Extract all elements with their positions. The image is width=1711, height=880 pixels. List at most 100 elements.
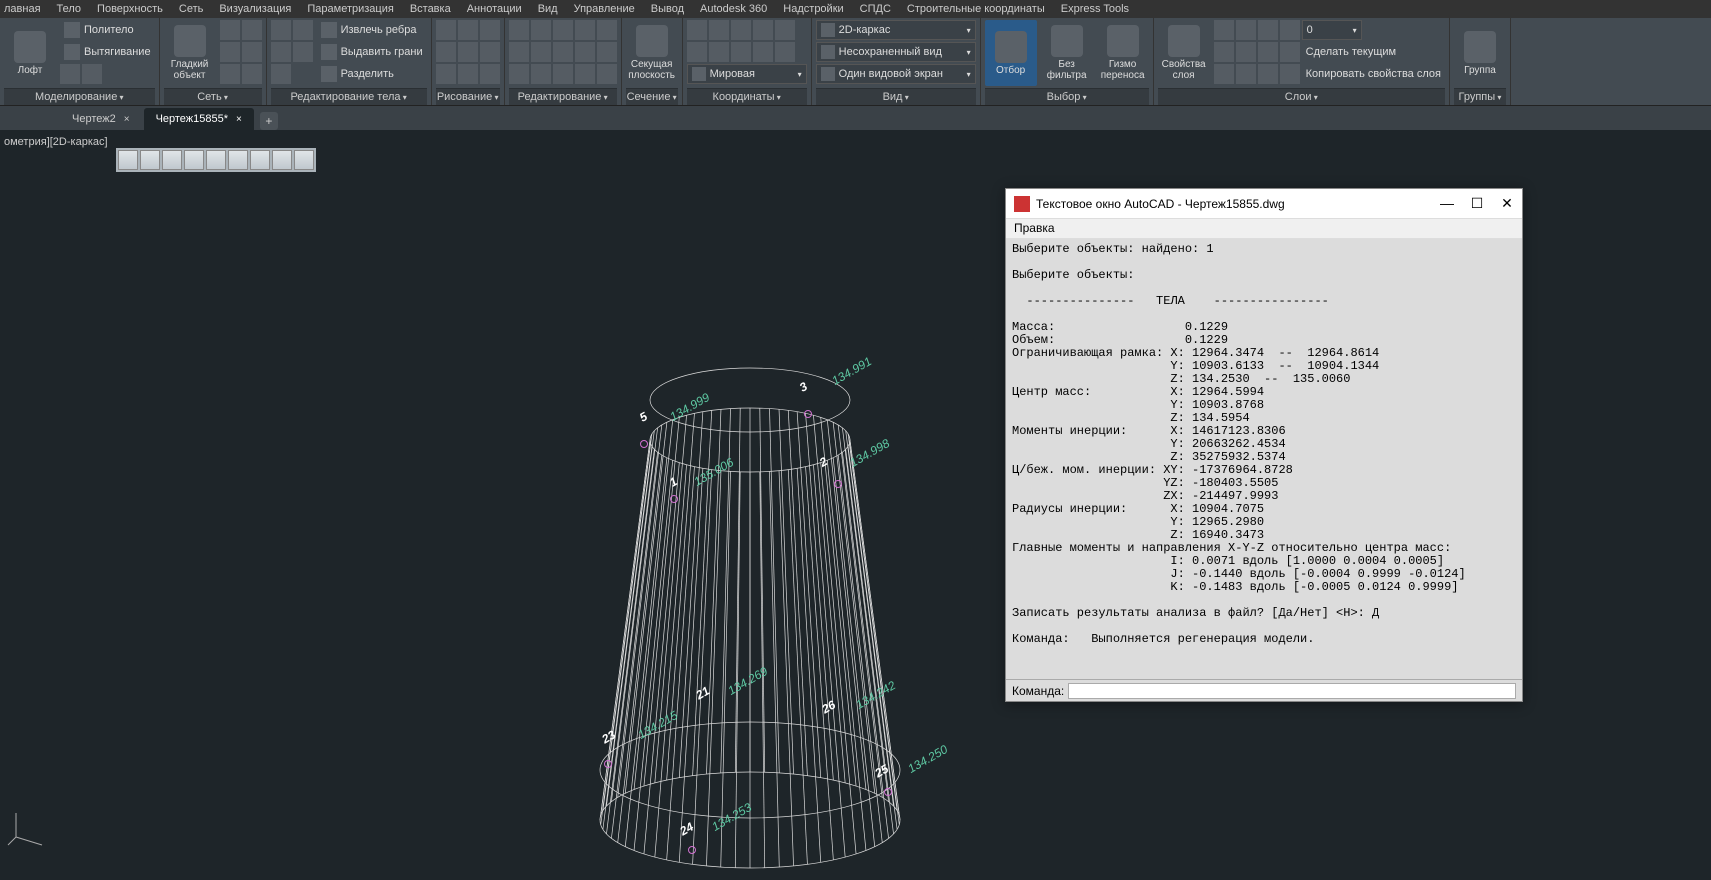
menu-item[interactable]: Параметризация: [307, 3, 393, 15]
hatch-icon[interactable]: [458, 64, 478, 84]
menu-item[interactable]: Аннотации: [467, 3, 522, 15]
vp-tool-icon[interactable]: [294, 150, 314, 170]
menu-item[interactable]: Вид: [538, 3, 558, 15]
panel-label[interactable]: Выбор: [985, 88, 1149, 105]
menu-item[interactable]: Autodesk 360: [700, 3, 767, 15]
visual-style-combo[interactable]: 2D-каркас: [816, 20, 976, 40]
tool-icon[interactable]: [220, 20, 240, 40]
doc-tab[interactable]: Чертеж2×: [60, 108, 142, 130]
layer-tool-icon[interactable]: [1236, 20, 1256, 40]
section-plane-button[interactable]: Секущая плоскость: [626, 20, 678, 86]
layer-tool-icon[interactable]: [1258, 42, 1278, 62]
rotate-icon[interactable]: [531, 20, 551, 40]
ucs-icon[interactable]: [687, 20, 707, 40]
menu-item[interactable]: Визуализация: [219, 3, 291, 15]
vp-tool-icon[interactable]: [162, 150, 182, 170]
layer-tool-icon[interactable]: [1280, 64, 1300, 84]
make-current-button[interactable]: Сделать текущим: [1302, 42, 1400, 62]
extract-edges-button[interactable]: Извлечь ребра: [317, 20, 427, 40]
smooth-object-button[interactable]: Гладкий объект: [164, 20, 216, 86]
menu-item[interactable]: Надстройки: [783, 3, 843, 15]
layer-props-button[interactable]: Свойства слоя: [1158, 20, 1210, 86]
vp-tool-icon[interactable]: [272, 150, 292, 170]
close-button[interactable]: ✕: [1500, 195, 1514, 212]
layer-tool-icon[interactable]: [1280, 42, 1300, 62]
ucs-icon[interactable]: [709, 42, 729, 62]
panel-label[interactable]: Вид: [816, 88, 976, 105]
doc-tab-active[interactable]: Чертеж15855*×: [144, 108, 254, 130]
loft-button[interactable]: Лофт: [4, 20, 56, 86]
no-filter-button[interactable]: Без фильтра: [1041, 20, 1093, 86]
current-layer-combo[interactable]: 0: [1302, 20, 1362, 40]
vp-tool-icon[interactable]: [250, 150, 270, 170]
menu-item[interactable]: Express Tools: [1061, 3, 1129, 15]
minimize-button[interactable]: —: [1440, 195, 1454, 212]
circle-icon[interactable]: [480, 20, 500, 40]
menu-item[interactable]: Вывод: [651, 3, 684, 15]
vp-tool-icon[interactable]: [228, 150, 248, 170]
tool-icon[interactable]: [242, 64, 262, 84]
layer-tool-icon[interactable]: [1236, 64, 1256, 84]
tool-icon[interactable]: [293, 42, 313, 62]
close-icon[interactable]: ×: [124, 114, 130, 125]
ucs-icon[interactable]: [731, 42, 751, 62]
tool-icon[interactable]: [575, 42, 595, 62]
new-tab-button[interactable]: +: [260, 112, 278, 130]
tool-icon[interactable]: [271, 64, 291, 84]
rect-icon[interactable]: [458, 42, 478, 62]
menu-item[interactable]: Сеть: [179, 3, 203, 15]
layer-tool-icon[interactable]: [1236, 42, 1256, 62]
tool-icon[interactable]: [575, 20, 595, 40]
wcs-combo[interactable]: Мировая: [687, 64, 807, 84]
maximize-button[interactable]: ☐: [1470, 195, 1484, 212]
text-window-menu[interactable]: Правка: [1006, 219, 1522, 239]
menu-item[interactable]: СПДС: [860, 3, 891, 15]
copy-icon[interactable]: [509, 42, 529, 62]
menu-item[interactable]: Поверхность: [97, 3, 163, 15]
fillet-icon[interactable]: [553, 42, 573, 62]
menu-item[interactable]: Вставка: [410, 3, 451, 15]
stretch-icon[interactable]: [509, 64, 529, 84]
vp-tool-icon[interactable]: [184, 150, 204, 170]
polysolid-button[interactable]: Политело: [60, 20, 155, 40]
mirror-icon[interactable]: [531, 42, 551, 62]
tool-icon[interactable]: [271, 20, 291, 40]
trim-icon[interactable]: [553, 20, 573, 40]
line-icon[interactable]: [436, 20, 456, 40]
layer-tool-icon[interactable]: [1214, 64, 1234, 84]
arc-icon[interactable]: [436, 42, 456, 62]
group-button[interactable]: Группа: [1454, 20, 1506, 86]
tool-icon[interactable]: [60, 64, 80, 84]
ucs-icon[interactable]: [753, 42, 773, 62]
tool-icon[interactable]: [242, 42, 262, 62]
filter-button[interactable]: Отбор: [985, 20, 1037, 86]
panel-label[interactable]: Слои: [1158, 88, 1445, 105]
presspull-button[interactable]: Вытягивание: [60, 42, 155, 62]
tool-icon[interactable]: [82, 64, 102, 84]
tool-icon[interactable]: [597, 42, 617, 62]
panel-label[interactable]: Сеть: [164, 88, 262, 105]
command-input[interactable]: [1068, 683, 1516, 699]
panel-label[interactable]: Рисование: [436, 88, 500, 105]
tool-icon[interactable]: [575, 64, 595, 84]
vp-tool-icon[interactable]: [118, 150, 138, 170]
menu-item[interactable]: Управление: [574, 3, 635, 15]
layer-tool-icon[interactable]: [1214, 20, 1234, 40]
array-icon[interactable]: [553, 64, 573, 84]
viewport-label[interactable]: ометрия][2D-каркас]: [4, 136, 108, 148]
menu-item[interactable]: Строительные координаты: [907, 3, 1045, 15]
menu-item[interactable]: лавная: [4, 3, 41, 15]
extrude-faces-button[interactable]: Выдавить грани: [317, 42, 427, 62]
pline-icon[interactable]: [458, 20, 478, 40]
tool-icon[interactable]: [271, 42, 291, 62]
layer-tool-icon[interactable]: [1280, 20, 1300, 40]
text-window-titlebar[interactable]: Текстовое окно AutoCAD - Чертеж15855.dwg…: [1006, 189, 1522, 219]
close-icon[interactable]: ×: [236, 114, 242, 125]
tool-icon[interactable]: [597, 64, 617, 84]
ucs-icon[interactable]: [775, 20, 795, 40]
named-view-combo[interactable]: Несохраненный вид: [816, 42, 976, 62]
vp-tool-icon[interactable]: [140, 150, 160, 170]
ellipse-icon[interactable]: [480, 42, 500, 62]
panel-label[interactable]: Моделирование: [4, 88, 155, 105]
move-gizmo-button[interactable]: Гизмо переноса: [1097, 20, 1149, 86]
